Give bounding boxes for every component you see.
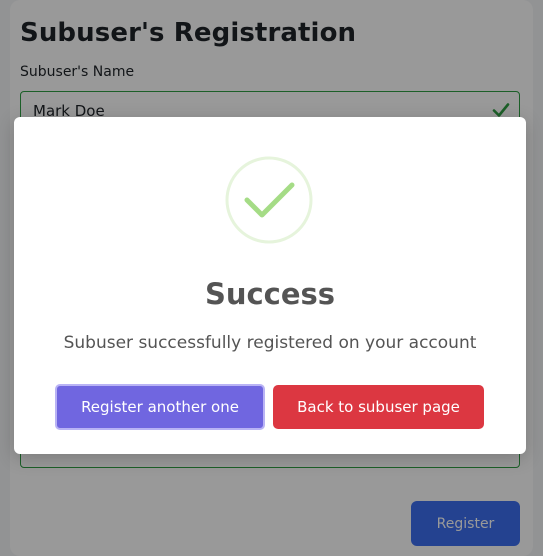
modal-title: Success [204,277,336,311]
modal-message: Subuser successfully registered on your … [63,333,477,353]
success-check-icon [225,156,313,244]
register-another-button[interactable]: Register another one [55,384,265,430]
success-modal: Success Subuser successfully registered … [14,117,526,454]
back-to-subuser-page-button[interactable]: Back to subuser page [273,385,484,429]
